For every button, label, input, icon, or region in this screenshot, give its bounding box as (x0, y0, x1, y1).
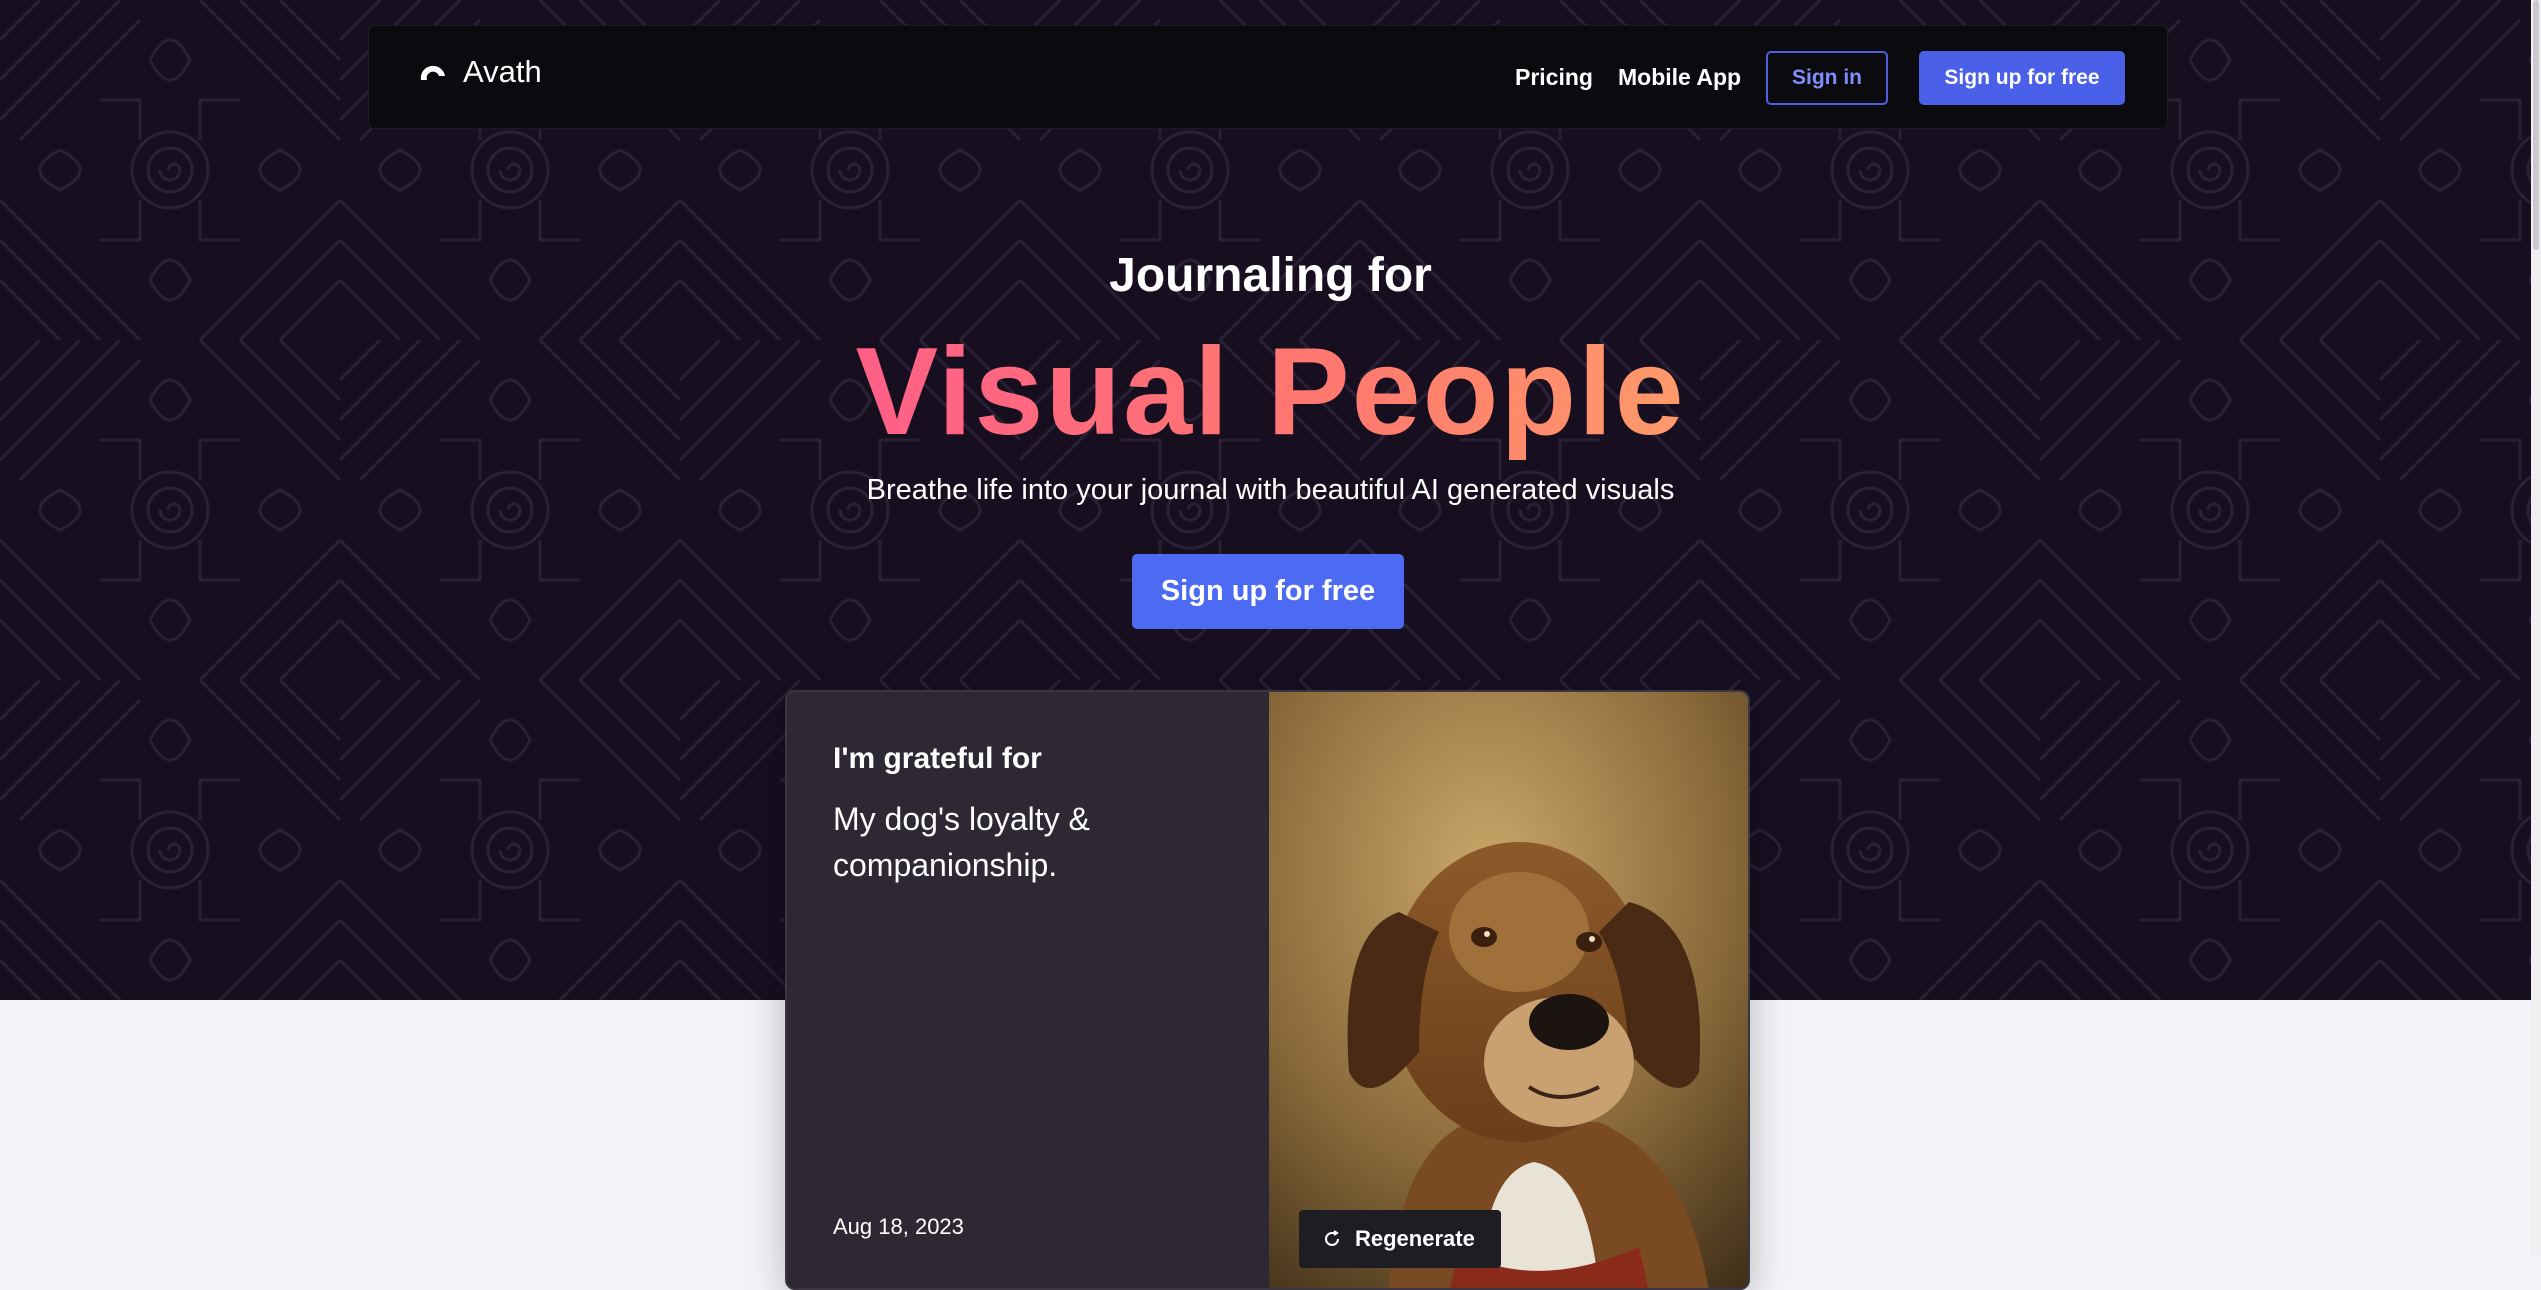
journal-text-panel: I'm grateful for My dog's loyalty & comp… (787, 692, 1269, 1288)
regenerate-button[interactable]: Regenerate (1299, 1210, 1501, 1268)
hero-tagline: Breathe life into your journal with beau… (866, 474, 1675, 506)
scrollbar-thumb[interactable] (2533, 0, 2539, 250)
journal-date: Aug 18, 2023 (833, 1214, 964, 1239)
top-navbar: Avath Pricing Mobile App Sign in Sign up… (368, 25, 2168, 129)
hero-sign-up-button[interactable]: Sign up for free (1132, 554, 1404, 629)
page-scrollbar[interactable] (2531, 0, 2541, 1257)
nav-sign-up-button[interactable]: Sign up for free (1919, 51, 2125, 105)
regenerate-icon (1325, 1230, 1339, 1246)
hero-headline: Visual People (0, 322, 2541, 462)
journal-prompt: I'm grateful for (833, 742, 1042, 775)
journal-entry-text: My dog's loyalty & companionship. (833, 801, 1090, 883)
nav-link-pricing[interactable]: Pricing (1515, 64, 1593, 91)
nav-link-mobile-app[interactable]: Mobile App (1618, 64, 1741, 91)
regenerate-label: Regenerate (1355, 1226, 1475, 1251)
hero-headline-text: Visual People (855, 323, 1686, 461)
journal-image-panel: Regenerate (1269, 692, 1748, 1288)
sign-in-button[interactable]: Sign in (1766, 51, 1888, 105)
brand-name: Avath (463, 54, 542, 89)
journal-entry-card: I'm grateful for My dog's loyalty & comp… (785, 690, 1750, 1290)
brand-logo[interactable]: Avath (417, 54, 542, 90)
avath-logo-icon (420, 65, 445, 80)
dog-portrait-image (1269, 692, 1748, 1288)
hero-subheading: Journaling for (1109, 249, 1432, 302)
